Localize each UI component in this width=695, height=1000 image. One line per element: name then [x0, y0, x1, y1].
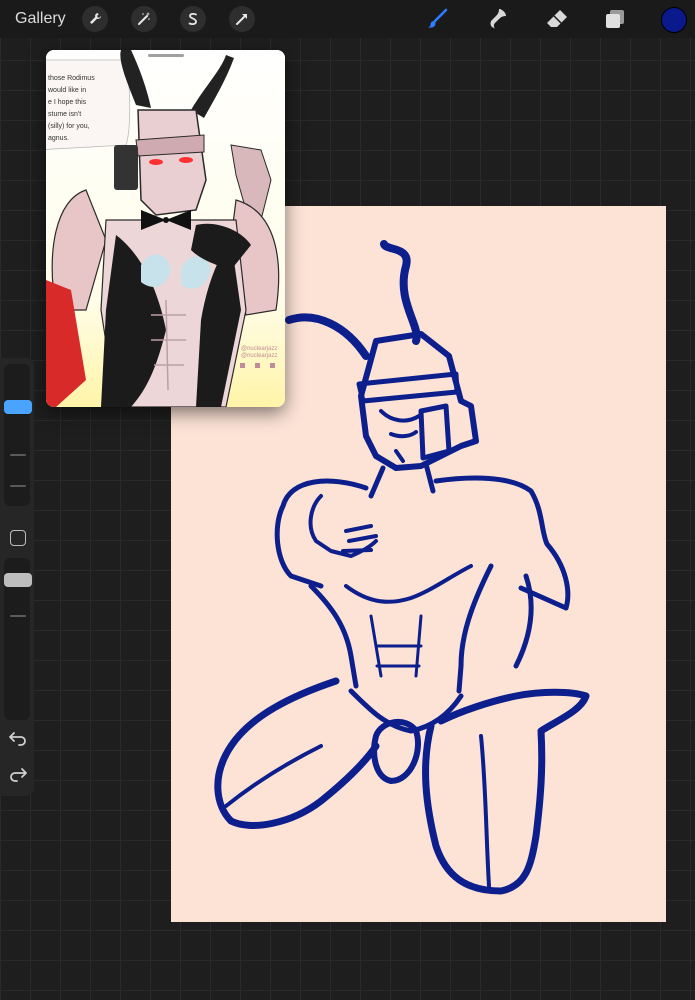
undo-icon[interactable]: [8, 728, 28, 748]
gallery-button[interactable]: Gallery: [15, 10, 66, 28]
reference-caption-line: those Rodimus: [48, 75, 95, 82]
wrench-icon[interactable]: [82, 6, 108, 32]
opacity-handle[interactable]: [4, 572, 32, 587]
reference-caption-line: stume isn't: [48, 111, 81, 118]
reference-caption-line: would like in: [47, 87, 86, 94]
reference-caption-line: e I hope this: [48, 99, 87, 106]
color-picker-swatch[interactable]: [661, 7, 687, 33]
reference-caption-line: agnus.: [48, 135, 69, 142]
layers-icon[interactable]: [602, 6, 628, 32]
brush-icon[interactable]: [424, 6, 450, 32]
selection-s-icon[interactable]: [180, 6, 206, 32]
top-toolbar: Gallery: [0, 0, 695, 38]
reference-caption-line: (silly) for you,: [48, 123, 90, 130]
transform-arrow-icon[interactable]: [229, 6, 255, 32]
slider-tick: [10, 454, 26, 456]
modify-button[interactable]: [10, 530, 26, 546]
reference-image-window[interactable]: @nuclearjazz @nuclearjazz those Rodimus …: [46, 50, 285, 407]
reference-watermark-1: @nuclearjazz: [241, 346, 277, 352]
eraser-icon[interactable]: [544, 6, 570, 32]
side-toolbar: [0, 358, 34, 796]
redo-icon[interactable]: [8, 764, 28, 784]
slider-tick: [10, 485, 26, 487]
magic-wand-icon[interactable]: [131, 6, 157, 32]
reference-watermark-2: @nuclearjazz: [241, 353, 277, 359]
reference-drag-handle[interactable]: [148, 54, 184, 57]
brush-size-handle[interactable]: [4, 399, 32, 414]
slider-tick: [10, 615, 26, 617]
smudge-icon[interactable]: [484, 6, 510, 32]
